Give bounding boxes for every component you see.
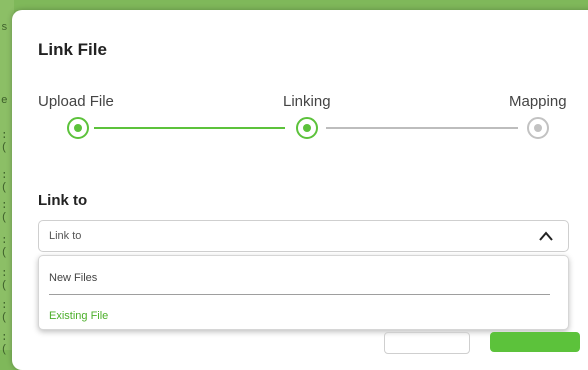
step-indicator-upload-icon (67, 117, 89, 139)
step-label-linking: Linking (283, 93, 331, 110)
step-label-mapping: Mapping (509, 93, 567, 110)
background-text-fragment: e (1, 95, 8, 107)
option-new-files[interactable]: New Files (49, 272, 97, 284)
link-to-options-menu: New Files Existing File (38, 255, 569, 330)
option-existing-file[interactable]: Existing File (49, 310, 108, 322)
link-to-select-value: Link to (49, 230, 82, 242)
step-indicator-linking-icon (296, 117, 318, 139)
link-to-select[interactable]: Link to (38, 220, 569, 252)
option-divider (49, 294, 550, 295)
step-connector-completed (94, 127, 285, 129)
link-to-label: Link to (38, 192, 88, 209)
step-label-upload: Upload File (38, 93, 114, 110)
next-button[interactable] (490, 332, 580, 352)
modal-title: Link File (38, 40, 107, 59)
step-connector-pending (326, 127, 518, 129)
background-text-fragment: s (1, 22, 8, 34)
chevron-up-icon[interactable] (538, 229, 554, 243)
back-button[interactable] (384, 332, 470, 354)
link-file-modal: Link File Upload File Linking Mapping Li… (12, 10, 588, 370)
step-indicator-mapping-icon (527, 117, 549, 139)
